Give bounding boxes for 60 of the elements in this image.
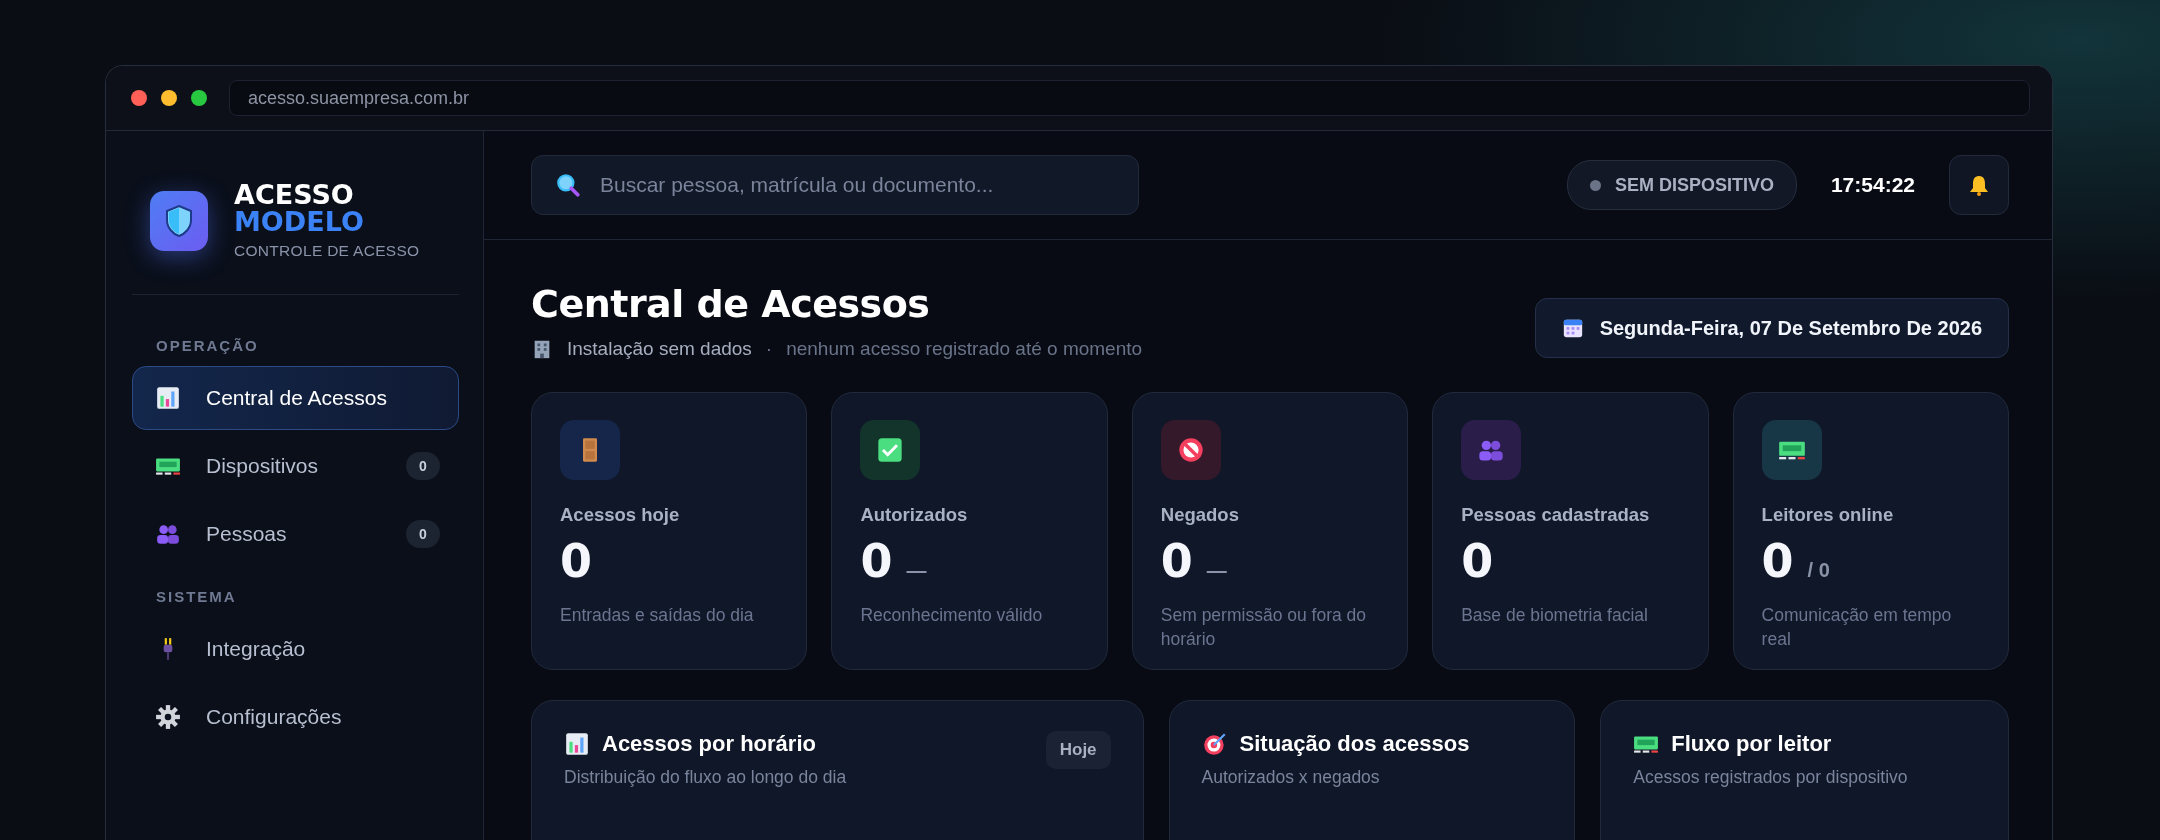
status-dot	[1589, 179, 1601, 191]
count-badge: 0	[406, 520, 440, 548]
stat-value: 0	[1461, 538, 1494, 584]
panel-title: Fluxo por leitor	[1671, 731, 1832, 757]
stat-label: Pessoas cadastradas	[1461, 504, 1651, 526]
status-note: nenhum acesso registrado até o momento	[786, 338, 1143, 360]
bell-icon	[1967, 173, 1991, 197]
date-text: Segunda-Feira, 07 De Setembro De 2026	[1599, 316, 1982, 340]
stat-description: Reconhecimento válido	[860, 604, 1044, 627]
stat-value: 0	[860, 538, 893, 584]
checkmark-icon	[876, 436, 905, 464]
stat-description: Base de biometria facial	[1461, 604, 1649, 627]
nav-item[interactable]: Pessoas 0	[132, 502, 459, 566]
prohibited-icon	[1176, 436, 1205, 464]
stat-label: Leitores online	[1761, 504, 1895, 526]
stat-suffix: —	[906, 559, 927, 582]
stat-value: 0	[560, 538, 592, 584]
maximize-window-button[interactable]	[191, 90, 207, 106]
brand-name: MODELO	[234, 208, 365, 236]
calendar-icon	[1561, 317, 1584, 339]
page-title: Central de Acessos	[531, 282, 931, 326]
brand-tagline: CONTROLE DE ACESSO	[234, 242, 420, 260]
search-field[interactable]: Buscar pessoa, matrícula ou documento...	[531, 155, 1139, 215]
clock: 17:54:22	[1829, 173, 1916, 197]
stat-suffix: / 0	[1807, 559, 1830, 582]
notifications-button[interactable]	[1949, 155, 2009, 215]
separator: ·	[765, 338, 773, 360]
installation-status: Instalação sem dados	[567, 338, 752, 360]
stat-label: Autorizados	[860, 504, 969, 526]
device-status: SEM DISPOSITIVO	[1614, 174, 1774, 196]
stat-description: Comunicação em tempo real	[1761, 604, 1953, 651]
stat-value: 0	[1160, 538, 1193, 584]
period-button[interactable]: Hoje	[1045, 731, 1111, 769]
minimize-window-button[interactable]	[161, 90, 177, 106]
nav-item[interactable]: Integração	[132, 617, 459, 681]
section-heading: SISTEMA	[155, 587, 238, 607]
stat-value: 0	[1761, 538, 1794, 584]
panel-subtitle: Autorizados x negados	[1201, 767, 1381, 788]
nav-item[interactable]: Configurações	[132, 685, 459, 749]
panel-title: Situação dos acessos	[1239, 731, 1470, 757]
close-window-button[interactable]	[131, 90, 147, 106]
panel-subtitle: Acessos registrados por dispositivo	[1633, 767, 1909, 788]
address-bar[interactable]: acesso.suaempresa.com.br	[229, 80, 2030, 116]
target-icon	[1201, 731, 1228, 757]
stat-description: Sem permissão ou fora do horário	[1160, 604, 1368, 651]
stat-description: Entradas e saídas do dia	[560, 604, 755, 627]
stat-label: Negados	[1160, 504, 1240, 526]
settings-icon	[155, 704, 181, 730]
bar-chart-icon	[564, 731, 590, 757]
section-heading: OPERAÇÃO	[155, 336, 260, 356]
brand-name: ACESSO	[234, 181, 355, 208]
stat-label: Acessos hoje	[560, 504, 681, 526]
nav-item[interactable]: Central de Acessos	[132, 366, 459, 430]
panel-subtitle: Distribuição do fluxo ao longo do dia	[564, 767, 848, 788]
stat-suffix: —	[1206, 559, 1227, 582]
panel-title: Acessos por horário	[602, 731, 816, 757]
count-badge: 0	[406, 452, 440, 480]
shield-logo-icon	[150, 190, 208, 251]
nav-item[interactable]: Dispositivos 0	[132, 434, 459, 498]
bar-chart-icon	[155, 385, 181, 411]
